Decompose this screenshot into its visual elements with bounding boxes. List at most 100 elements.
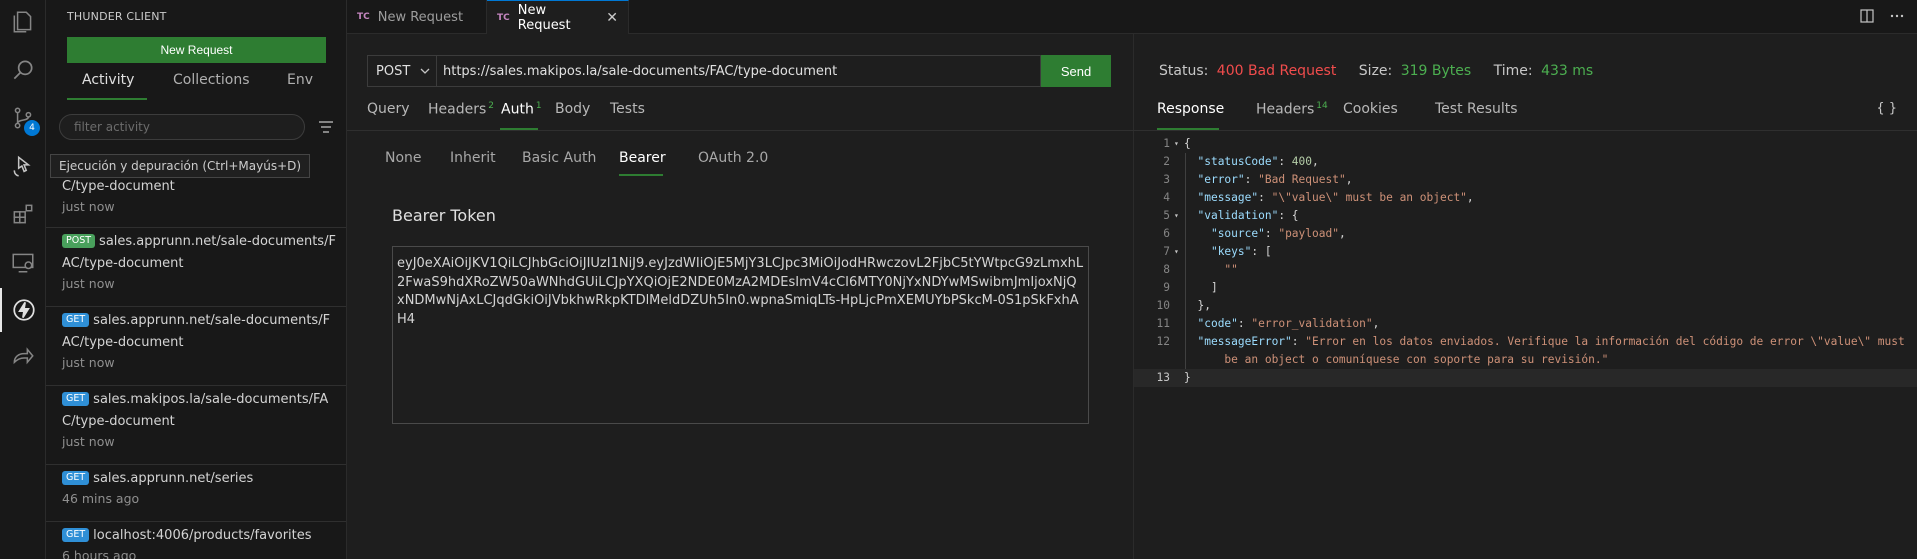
explorer-icon[interactable]: [0, 0, 46, 44]
code-line: 1 ▾{: [1163, 137, 1191, 150]
code-line: 8 "": [1163, 263, 1238, 276]
filter-activity-input[interactable]: [59, 114, 305, 140]
format-json-button[interactable]: { }: [1876, 101, 1897, 116]
code-line: be an object o comuníquese con soporte p…: [1224, 353, 1609, 366]
time-value: 433 ms: [1541, 63, 1594, 79]
source-control-icon[interactable]: 4: [0, 96, 46, 140]
split-editor-icon[interactable]: [1859, 8, 1875, 24]
send-button[interactable]: Send: [1041, 55, 1111, 87]
tab-auth[interactable]: Auth 1: [501, 101, 542, 118]
chevron-down-icon: [420, 68, 430, 74]
code-line: 11 "code": "error_validation",: [1156, 317, 1380, 330]
activity-bar: 4: [0, 0, 46, 559]
auth-type-tabs: None Inherit Basic Auth Bearer OAuth 2.0: [385, 150, 1085, 180]
tab-label: New Request: [517, 2, 571, 33]
auth-none[interactable]: None: [385, 150, 422, 166]
code-line: 7 ▾ "keys": [: [1163, 245, 1272, 258]
thunder-client-tab-icon: TC: [497, 12, 510, 23]
size-label: Size:: [1358, 63, 1393, 79]
method-badge-get: GET: [62, 528, 90, 542]
code-line: 10 },: [1156, 299, 1211, 312]
method-value: POST: [376, 63, 411, 79]
tab-activity[interactable]: Activity: [82, 72, 134, 88]
thunder-client-sidebar: THUNDER CLIENT New Request Activity Coll…: [46, 0, 347, 559]
divider: [347, 130, 1134, 131]
search-icon[interactable]: [0, 48, 46, 92]
tab-test-results[interactable]: Test Results: [1435, 101, 1518, 117]
time-label: Time:: [1493, 63, 1533, 79]
tab-headers[interactable]: Headers 2: [428, 101, 494, 118]
activity-url: sales.apprunn.net/series: [93, 471, 254, 486]
filter-menu-icon[interactable]: [317, 118, 335, 136]
code-line: 6 "source": "payload",: [1163, 227, 1346, 240]
list-item[interactable]: GET sales.apprunn.net/series 46 mins ago: [46, 465, 346, 522]
list-item[interactable]: GET localhost:4006/products/favorites 6 h…: [46, 522, 346, 559]
auth-oauth2[interactable]: OAuth 2.0: [698, 150, 768, 166]
method-badge-get: GET: [62, 471, 90, 485]
new-request-button[interactable]: New Request: [67, 37, 326, 63]
response-body[interactable]: 1 ▾{ 2 "statusCode": 400, 3 "error": "Bad…: [1134, 135, 1917, 387]
extensions-icon[interactable]: [0, 192, 46, 236]
bearer-token-field[interactable]: eyJ0eXAiOiJKV1QiLCJhbGciOiJIUzI1NiJ9.eyJ…: [392, 246, 1089, 424]
auth-bearer[interactable]: Bearer: [619, 150, 666, 166]
editor-actions: [1859, 8, 1905, 24]
code-line: 13}: [1134, 369, 1917, 387]
list-item[interactable]: POST sales.apprunn.net/sale-documents/FAC…: [46, 228, 346, 307]
active-auth-indicator: [619, 174, 663, 176]
close-icon[interactable]: ✕: [606, 10, 618, 26]
size-value: 319 Bytes: [1400, 63, 1472, 79]
request-pane: POST Send Query Headers2 Auth1 Body Test…: [347, 34, 1134, 559]
remote-explorer-icon[interactable]: [0, 240, 46, 284]
request-tabs: Query Headers 2 Auth 1 Body Tests: [367, 101, 1134, 131]
tab-env[interactable]: Env: [287, 72, 313, 88]
tab-cookies[interactable]: Cookies: [1343, 101, 1398, 117]
activity-url: sales.apprunn.net/sale-documents/FAC/typ…: [62, 313, 331, 350]
thunder-client-icon[interactable]: [0, 288, 46, 332]
response-stats: Status: 400 Bad Request Size: 319 Bytes …: [1159, 63, 1597, 79]
activity-time: just now: [62, 355, 115, 370]
activity-time: 6 hours ago: [62, 548, 137, 559]
activity-time: just now: [62, 199, 115, 214]
tab-collections[interactable]: Collections: [173, 72, 250, 88]
tab-new-request-2[interactable]: TC New Request ✕: [487, 0, 629, 34]
auth-inherit[interactable]: Inherit: [450, 150, 496, 166]
live-share-icon[interactable]: [0, 336, 46, 380]
sidebar-title: THUNDER CLIENT: [67, 10, 167, 23]
method-select[interactable]: POST: [367, 55, 437, 87]
code-line: 5 ▾ "validation": {: [1163, 209, 1299, 222]
tab-tests[interactable]: Tests: [610, 101, 645, 117]
method-badge-get: GET: [62, 392, 90, 406]
tab-new-request-1[interactable]: TC New Request: [347, 0, 487, 34]
activity-time: just now: [62, 434, 115, 449]
response-tabs: Response Headers 14 Cookies Test Results …: [1157, 101, 1897, 131]
tab-response[interactable]: Response: [1157, 101, 1224, 117]
response-headers-count: 14: [1316, 101, 1328, 111]
tab-query[interactable]: Query: [367, 101, 410, 117]
run-debug-tooltip: Ejecución y depuración (Ctrl+Mayús+D): [50, 154, 311, 178]
code-line: 9 ]: [1163, 281, 1218, 294]
activity-url: sales.apprunn.net/sale-documents/FAC/typ…: [62, 234, 336, 271]
run-debug-icon[interactable]: [0, 144, 46, 188]
headers-count: 2: [488, 101, 495, 111]
url-input[interactable]: [437, 55, 1041, 87]
activity-time: just now: [62, 276, 115, 291]
status-label: Status:: [1159, 63, 1209, 79]
method-badge-get: GET: [62, 313, 90, 327]
auth-basic[interactable]: Basic Auth: [522, 150, 596, 166]
code-line: 4 "message": "\"value\" must be an objec…: [1163, 191, 1474, 204]
activity-url: sales.makipos.la/sale-documents/FAC/type…: [62, 392, 329, 429]
list-item[interactable]: GET sales.apprunn.net/sale-documents/FAC/…: [46, 307, 346, 386]
divider: [1134, 130, 1917, 131]
tab-body[interactable]: Body: [555, 101, 590, 117]
code-line: 2 "statusCode": 400,: [1163, 155, 1319, 168]
activity-url: localhost:4006/products/favorites: [93, 528, 312, 543]
code-line: 3 "error": "Bad Request",: [1163, 173, 1353, 186]
status-value: 400 Bad Request: [1216, 63, 1337, 79]
method-badge-post: POST: [62, 234, 96, 248]
activity-time: 46 mins ago: [62, 491, 140, 506]
auth-count: 1: [535, 101, 542, 111]
tab-response-headers[interactable]: Headers 14: [1256, 101, 1328, 118]
active-tab-indicator: [67, 98, 147, 100]
more-actions-icon[interactable]: [1889, 8, 1905, 24]
list-item[interactable]: GET sales.makipos.la/sale-documents/FAC/t…: [46, 386, 346, 465]
